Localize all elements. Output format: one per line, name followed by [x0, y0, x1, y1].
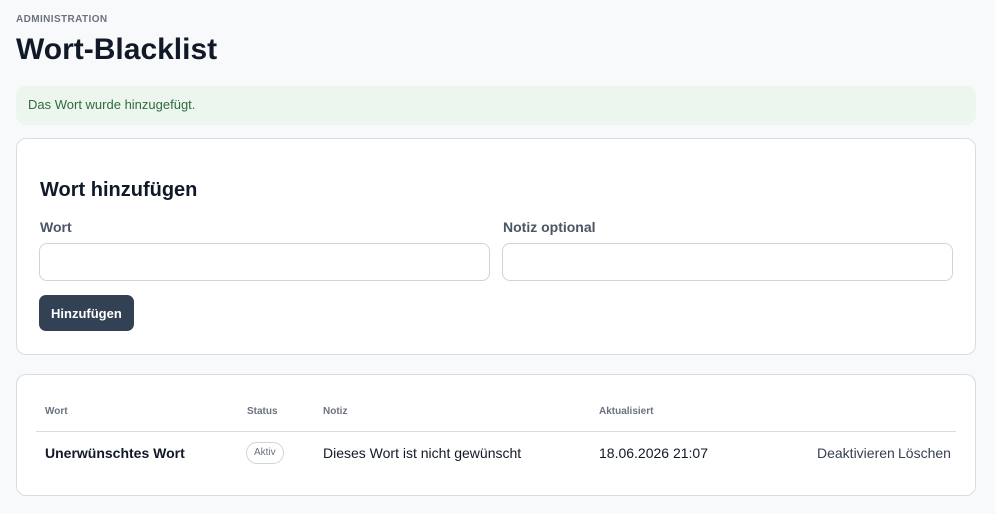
note-input[interactable] [502, 243, 953, 281]
column-header-note: Notiz [323, 406, 348, 417]
page: ADMINISTRATION Wort-Blacklist Das Wort w… [0, 0, 995, 514]
add-word-card: Wort hinzufügen Wort Notiz optional Hinz… [16, 138, 976, 355]
column-header-word: Wort [45, 406, 68, 417]
column-header-status: Status [247, 406, 278, 417]
add-word-title: Wort hinzufügen [40, 179, 198, 201]
note-cell: Dieses Wort ist nicht gewünscht [323, 445, 522, 461]
success-alert-message: Das Wort wurde hinzugefügt. [28, 97, 196, 112]
column-header-updated: Aktualisiert [599, 406, 654, 417]
word-input[interactable] [39, 243, 490, 281]
add-word-button[interactable]: Hinzufügen [39, 295, 134, 331]
updated-cell: 18.06.2026 21:07 [599, 445, 708, 461]
word-cell: Unerwünschtes Wort [45, 445, 185, 461]
success-alert: Das Wort wurde hinzugefügt. [16, 86, 976, 125]
delete-button[interactable]: Löschen [898, 445, 951, 461]
page-title: Wort-Blacklist [16, 33, 218, 66]
word-field-label: Wort [40, 219, 72, 235]
note-field-label: Notiz optional [503, 219, 596, 235]
status-badge: Aktiv [246, 442, 284, 464]
table-divider [36, 431, 956, 432]
blacklist-table-card: Wort Status Notiz Aktualisiert Unerwünsc… [16, 374, 976, 496]
deactivate-button[interactable]: Deaktivieren [817, 445, 895, 461]
section-eyebrow: ADMINISTRATION [16, 14, 108, 25]
